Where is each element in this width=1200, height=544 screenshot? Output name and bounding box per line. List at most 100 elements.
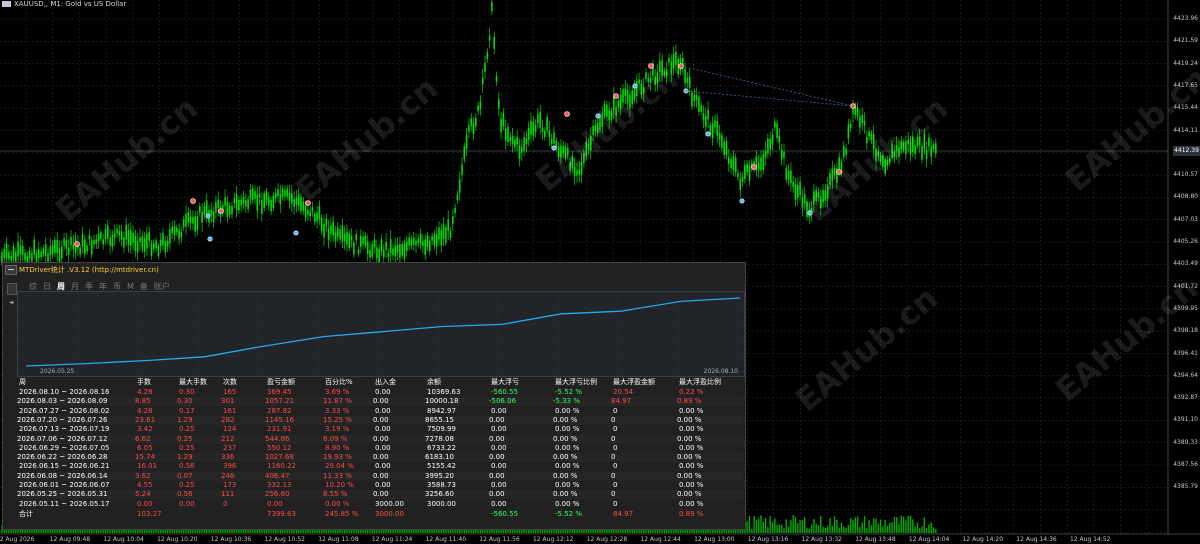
table-cell: 0 (611, 434, 616, 443)
time-tick-label: 12 Aug 14:20 (962, 536, 1004, 543)
volume-bar (921, 526, 923, 533)
candle-body (803, 193, 806, 204)
table-cell: 237 (223, 443, 237, 452)
candle-body (728, 157, 730, 164)
table-cell: 396 (223, 462, 237, 471)
table-cell: 0 (613, 443, 618, 452)
candle-body (905, 141, 907, 154)
candle-body (659, 61, 661, 73)
table-cell: 2026.06.08 ~ 2026.06.14 (17, 471, 108, 480)
price-tick-label: 4405.26 (1173, 238, 1198, 245)
price-tick-label: 4414.11 (1173, 126, 1198, 134)
volume-bar (868, 520, 870, 533)
candle-body (868, 131, 870, 137)
candle-body (228, 205, 231, 215)
candle-body (764, 150, 767, 158)
side-toggle-button[interactable] (7, 283, 17, 295)
candle-body (90, 240, 93, 255)
candle-body (314, 214, 316, 222)
collapse-arrow-icon[interactable]: ◄ (7, 299, 15, 307)
tab-M[interactable]: M (127, 282, 134, 291)
candle-body (928, 137, 930, 147)
candle-body (337, 227, 339, 237)
candle-body (498, 99, 500, 109)
tab-综[interactable]: 综 (29, 282, 37, 291)
candle-body (343, 234, 346, 242)
table-cell: 0.00 (491, 406, 507, 415)
candle-body (481, 77, 484, 85)
candle-body (698, 96, 700, 112)
candle-body (373, 239, 376, 248)
tab-备[interactable]: 备 (140, 282, 148, 291)
candle-body (334, 232, 337, 241)
tab-年[interactable]: 年 (99, 282, 107, 291)
table-cell: 282 (221, 415, 235, 424)
volume-bar (863, 516, 866, 533)
candle-body (263, 193, 265, 209)
tab-账户[interactable]: 账户 (154, 282, 170, 291)
candle-body (718, 132, 721, 140)
candle-body (362, 236, 364, 244)
candle-body (532, 121, 535, 136)
candle-body (104, 229, 107, 239)
candle-body (645, 72, 647, 79)
table-cell: 0.00 (375, 388, 391, 396)
volume-bar (928, 524, 930, 533)
tab-周[interactable]: 周 (57, 282, 65, 291)
table-cell: 0.22 % (679, 388, 704, 396)
candle-body (233, 198, 236, 204)
table-cell: 2026.07.27 ~ 2026.08.02 (19, 406, 110, 415)
table-cell: 2026.07.20 ~ 2026.07.26 (17, 415, 108, 424)
tab-日[interactable]: 日 (43, 282, 51, 291)
candle-body (447, 219, 449, 232)
tab-币[interactable]: 币 (113, 282, 121, 291)
candle-body (123, 237, 125, 248)
candle-body (307, 209, 309, 215)
time-tick-label: 12 Aug 12:12 (533, 536, 574, 543)
candle-body (721, 135, 723, 148)
table-cell: -560.55 (491, 388, 519, 396)
candle-body (17, 241, 19, 257)
mtdriver-stats-panel[interactable]: MTDriver统计 .V3.12 (http://mtdriver.cn) ◄… (2, 262, 746, 530)
candle-body (247, 199, 249, 210)
candle-body (19, 245, 22, 255)
candle-body (61, 246, 63, 259)
candle-body (820, 196, 822, 209)
tab-季[interactable]: 季 (85, 282, 93, 291)
candle-body (341, 225, 344, 242)
table-cell: 0.00 % (555, 481, 580, 489)
candle-body (688, 76, 691, 88)
volume-bar (806, 527, 808, 533)
minimize-icon[interactable] (5, 265, 17, 275)
candle-body (419, 233, 422, 245)
candle-body (504, 128, 507, 141)
tab-月[interactable]: 月 (71, 282, 79, 291)
candle-body (785, 167, 788, 180)
candle-body (277, 189, 279, 197)
volume-bar (919, 528, 921, 533)
volume-bar (850, 517, 852, 533)
candle-body (65, 240, 68, 249)
table-cell: 0.25 (179, 443, 195, 452)
candle-body (741, 176, 744, 182)
volume-bar (930, 522, 932, 533)
candle-body (518, 145, 521, 159)
table-cell: 1145.16 (265, 415, 294, 424)
equity-curve-svg (18, 292, 744, 376)
table-cell: 544.86 (265, 434, 290, 443)
candle-body (640, 83, 643, 96)
volume-bar (854, 517, 856, 533)
table-cell: 7399.63 (267, 509, 296, 518)
time-tick-label: 12 Aug 13:00 (694, 536, 735, 543)
candle-body (445, 227, 447, 243)
volume-bar (870, 525, 873, 533)
candle-body (224, 197, 226, 206)
candle-body (776, 123, 778, 139)
table-cell: 0 (613, 425, 618, 434)
table-cell: 0 (613, 499, 618, 508)
candle-body (799, 181, 801, 196)
volume-bar (884, 519, 886, 533)
candle-body (171, 227, 173, 234)
buy-trade-marker (190, 198, 196, 204)
volume-bar (769, 516, 771, 533)
